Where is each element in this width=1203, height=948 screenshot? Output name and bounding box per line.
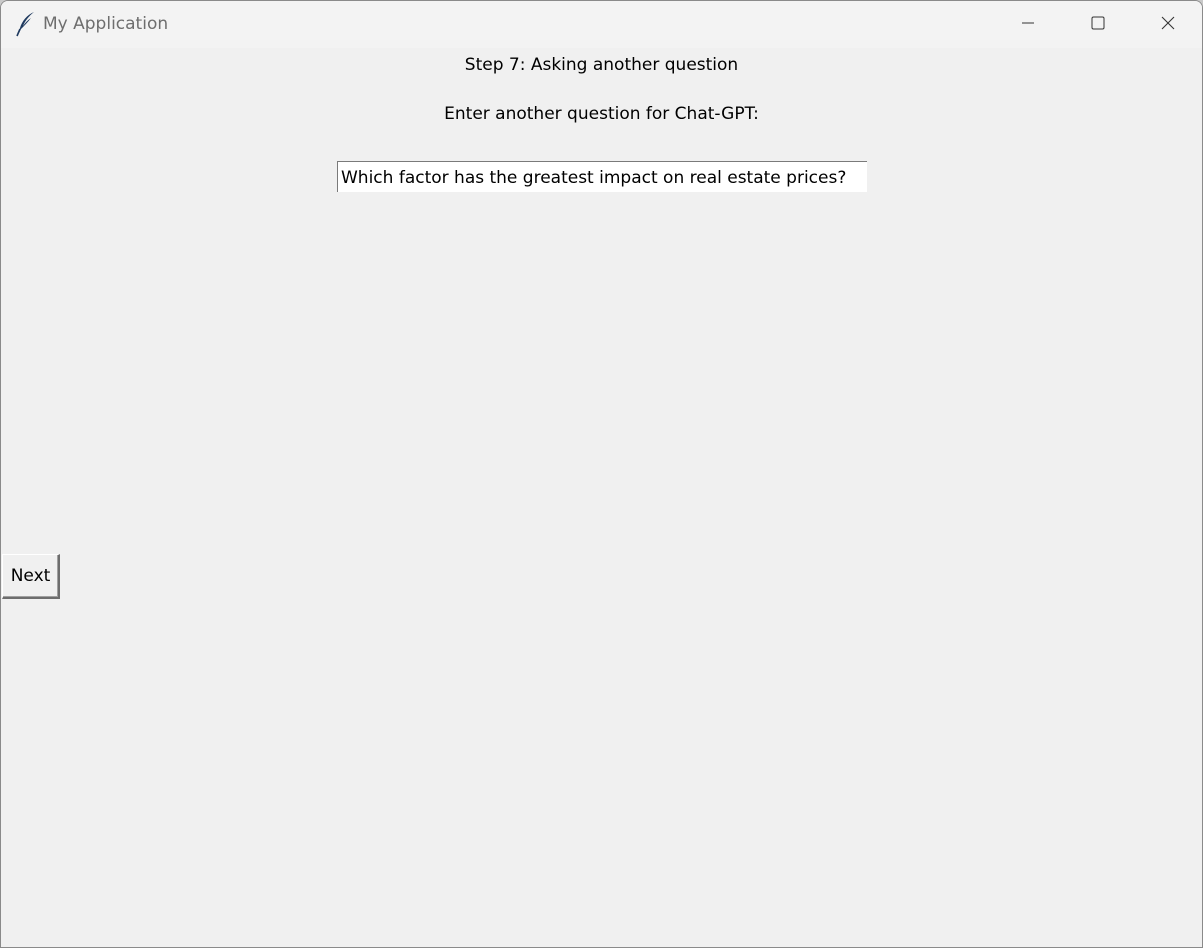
- main-content: Step 7: Asking another question Enter an…: [1, 48, 1202, 947]
- question-input[interactable]: [337, 161, 867, 192]
- step-label: Step 7: Asking another question: [464, 55, 739, 75]
- minimize-button[interactable]: [993, 1, 1063, 48]
- window-title: My Application: [43, 14, 169, 34]
- app-window: My Application Step 7: Asking another qu…: [0, 0, 1203, 948]
- close-button[interactable]: [1133, 1, 1202, 48]
- feather-icon: [15, 11, 37, 37]
- maximize-button[interactable]: [1063, 1, 1133, 48]
- close-icon: [1160, 15, 1176, 35]
- maximize-icon: [1090, 15, 1106, 35]
- title-bar[interactable]: My Application: [1, 1, 1202, 48]
- minimize-icon: [1020, 15, 1036, 35]
- next-button[interactable]: Next: [2, 554, 60, 599]
- question-prompt-label: Enter another question for Chat-GPT:: [444, 104, 759, 124]
